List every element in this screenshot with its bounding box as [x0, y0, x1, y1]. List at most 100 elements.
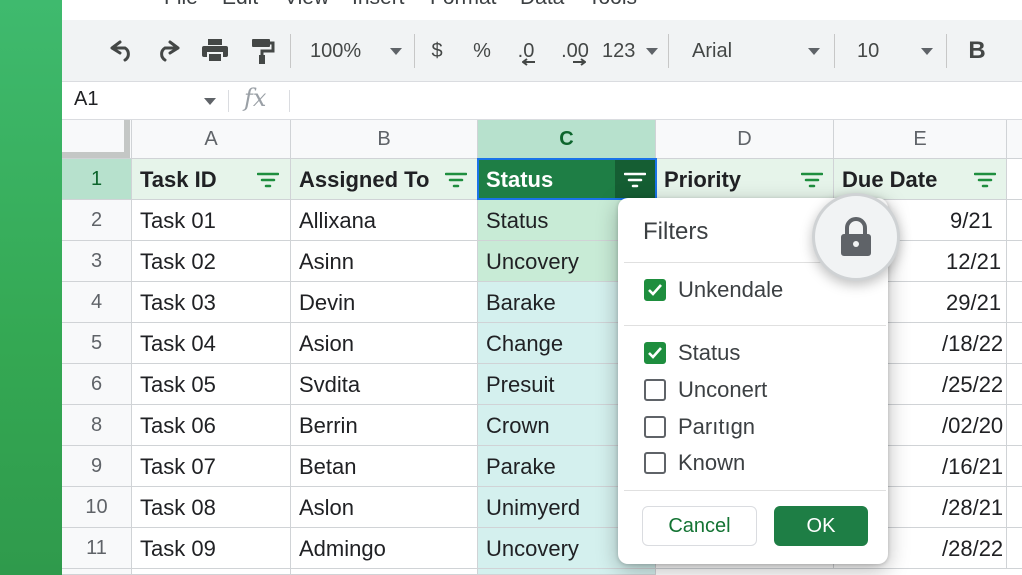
cell-assigned-to[interactable]: Asion [291, 323, 478, 364]
filter-option-status[interactable]: Status [644, 338, 740, 368]
cell-f[interactable] [1007, 364, 1022, 405]
cell-status[interactable] [478, 569, 656, 575]
ok-button[interactable]: OK [774, 506, 868, 546]
cell-task-id[interactable]: Task 03 [132, 282, 291, 323]
row-header[interactable]: 9 [62, 446, 132, 487]
column-header-c[interactable]: C [478, 120, 656, 159]
cell-f[interactable] [1007, 446, 1022, 487]
header-cell-task-id[interactable]: Task ID [132, 159, 291, 200]
cell-task-id[interactable]: Task 08 [132, 487, 291, 528]
decrease-decimal-button[interactable]: .0 [508, 20, 544, 82]
checkbox-unchecked-icon[interactable] [644, 416, 666, 438]
cell-task-id[interactable]: Task 02 [132, 241, 291, 282]
menu-file[interactable]: File [164, 0, 198, 10]
header-label: Status [486, 167, 554, 192]
cell-task-id[interactable]: Task 06 [132, 405, 291, 446]
number-format-label: 123 [602, 39, 636, 62]
font-family-select[interactable]: Arial [692, 20, 820, 82]
checkbox-checked-icon[interactable] [644, 279, 666, 301]
cell-task-id[interactable]: Task 09 [132, 528, 291, 569]
menu-edit[interactable]: Edit [222, 0, 258, 10]
bold-button[interactable]: B [962, 20, 992, 82]
toolbar-divider [668, 34, 669, 68]
undo-button[interactable] [104, 20, 140, 82]
cell-task-id[interactable]: Task 04 [132, 323, 291, 364]
redo-button[interactable] [150, 20, 186, 82]
cell-task-id[interactable]: Task 01 [132, 200, 291, 241]
row-header[interactable]: 10 [62, 487, 132, 528]
filter-icon[interactable] [801, 172, 823, 188]
paint-format-button[interactable] [244, 20, 280, 82]
row-header[interactable]: 5 [62, 323, 132, 364]
cell-assigned-to[interactable]: Asinn [291, 241, 478, 282]
checkbox-checked-icon[interactable] [644, 342, 666, 364]
cell-assigned-to[interactable]: Betan [291, 446, 478, 487]
menu-format[interactable]: Format [430, 0, 497, 10]
row-header[interactable]: 6 [62, 364, 132, 405]
name-box[interactable]: A1 [74, 88, 98, 111]
cell-f[interactable] [1007, 241, 1022, 282]
column-header-a[interactable]: A [132, 120, 291, 159]
zoom-select[interactable]: 100% [310, 20, 402, 82]
more-formats-select[interactable]: 123 [602, 20, 658, 82]
row-header-1[interactable]: 1 [62, 159, 132, 200]
header-cell-assigned-to[interactable]: Assigned To [291, 159, 478, 200]
cell-f1[interactable] [1007, 159, 1022, 200]
print-button[interactable] [196, 20, 234, 82]
select-all-corner[interactable] [62, 120, 132, 159]
menu-view[interactable]: View [284, 0, 329, 10]
row-header[interactable]: 4 [62, 282, 132, 323]
filter-option-unconert[interactable]: Unconert [644, 375, 767, 405]
percent-format-button[interactable]: % [466, 20, 498, 82]
row-header[interactable]: 8 [62, 405, 132, 446]
cell-assigned-to[interactable]: Svdita [291, 364, 478, 405]
filter-option-unkendale[interactable]: Unkendale [644, 275, 783, 305]
lock-badge [812, 193, 900, 281]
cell-f[interactable] [1007, 200, 1022, 241]
currency-format-button[interactable]: $ [422, 20, 452, 82]
column-header-b[interactable]: B [291, 120, 478, 159]
cell-f[interactable] [1007, 323, 1022, 364]
filter-icon[interactable] [974, 172, 996, 188]
row-header[interactable]: 3 [62, 241, 132, 282]
column-header-f[interactable] [1007, 120, 1022, 159]
cell-f[interactable] [1007, 487, 1022, 528]
chevron-down-icon[interactable] [204, 98, 216, 105]
menu-insert[interactable]: Insert [352, 0, 405, 10]
filter-option-label: Known [678, 450, 746, 475]
cell-assigned-to[interactable]: Admingo [291, 528, 478, 569]
checkbox-unchecked-icon[interactable] [644, 452, 666, 474]
menu-tools[interactable]: Tools [588, 0, 637, 10]
column-header-e[interactable]: E [834, 120, 1007, 159]
filter-icon[interactable] [445, 172, 467, 188]
status-filter-button[interactable] [615, 159, 655, 199]
menu-data[interactable]: Data [520, 0, 564, 10]
row-header[interactable] [62, 569, 132, 575]
header-cell-status[interactable]: Status [478, 159, 656, 200]
row-header[interactable]: 2 [62, 200, 132, 241]
cell-assigned-to[interactable]: Aslon [291, 487, 478, 528]
header-cell-priority[interactable]: Priority [656, 159, 834, 200]
cancel-button[interactable]: Cancel [642, 506, 757, 546]
arrow-left-icon [522, 58, 535, 66]
increase-decimal-button[interactable]: .00 [554, 20, 596, 82]
cell-assigned-to[interactable]: Berrin [291, 405, 478, 446]
column-header-d[interactable]: D [656, 120, 834, 159]
cell-task-id[interactable]: Task 07 [132, 446, 291, 487]
freeze-handle-horizontal[interactable] [62, 152, 130, 158]
cell-task-id[interactable]: Task 05 [132, 364, 291, 405]
cell-f[interactable] [1007, 528, 1022, 569]
row-header[interactable]: 11 [62, 528, 132, 569]
cell-assigned-to[interactable] [291, 569, 478, 575]
filter-option-paritign[interactable]: Parıtıgn [644, 412, 755, 442]
cell-task-id[interactable] [132, 569, 291, 575]
cell-assigned-to[interactable]: Allixana [291, 200, 478, 241]
font-size-select[interactable]: 10 [857, 20, 933, 82]
filter-option-label: Status [678, 340, 741, 365]
filter-option-known[interactable]: Known [644, 448, 745, 478]
filter-icon[interactable] [257, 172, 279, 188]
cell-assigned-to[interactable]: Devin [291, 282, 478, 323]
cell-f[interactable] [1007, 405, 1022, 446]
cell-f[interactable] [1007, 282, 1022, 323]
checkbox-unchecked-icon[interactable] [644, 379, 666, 401]
